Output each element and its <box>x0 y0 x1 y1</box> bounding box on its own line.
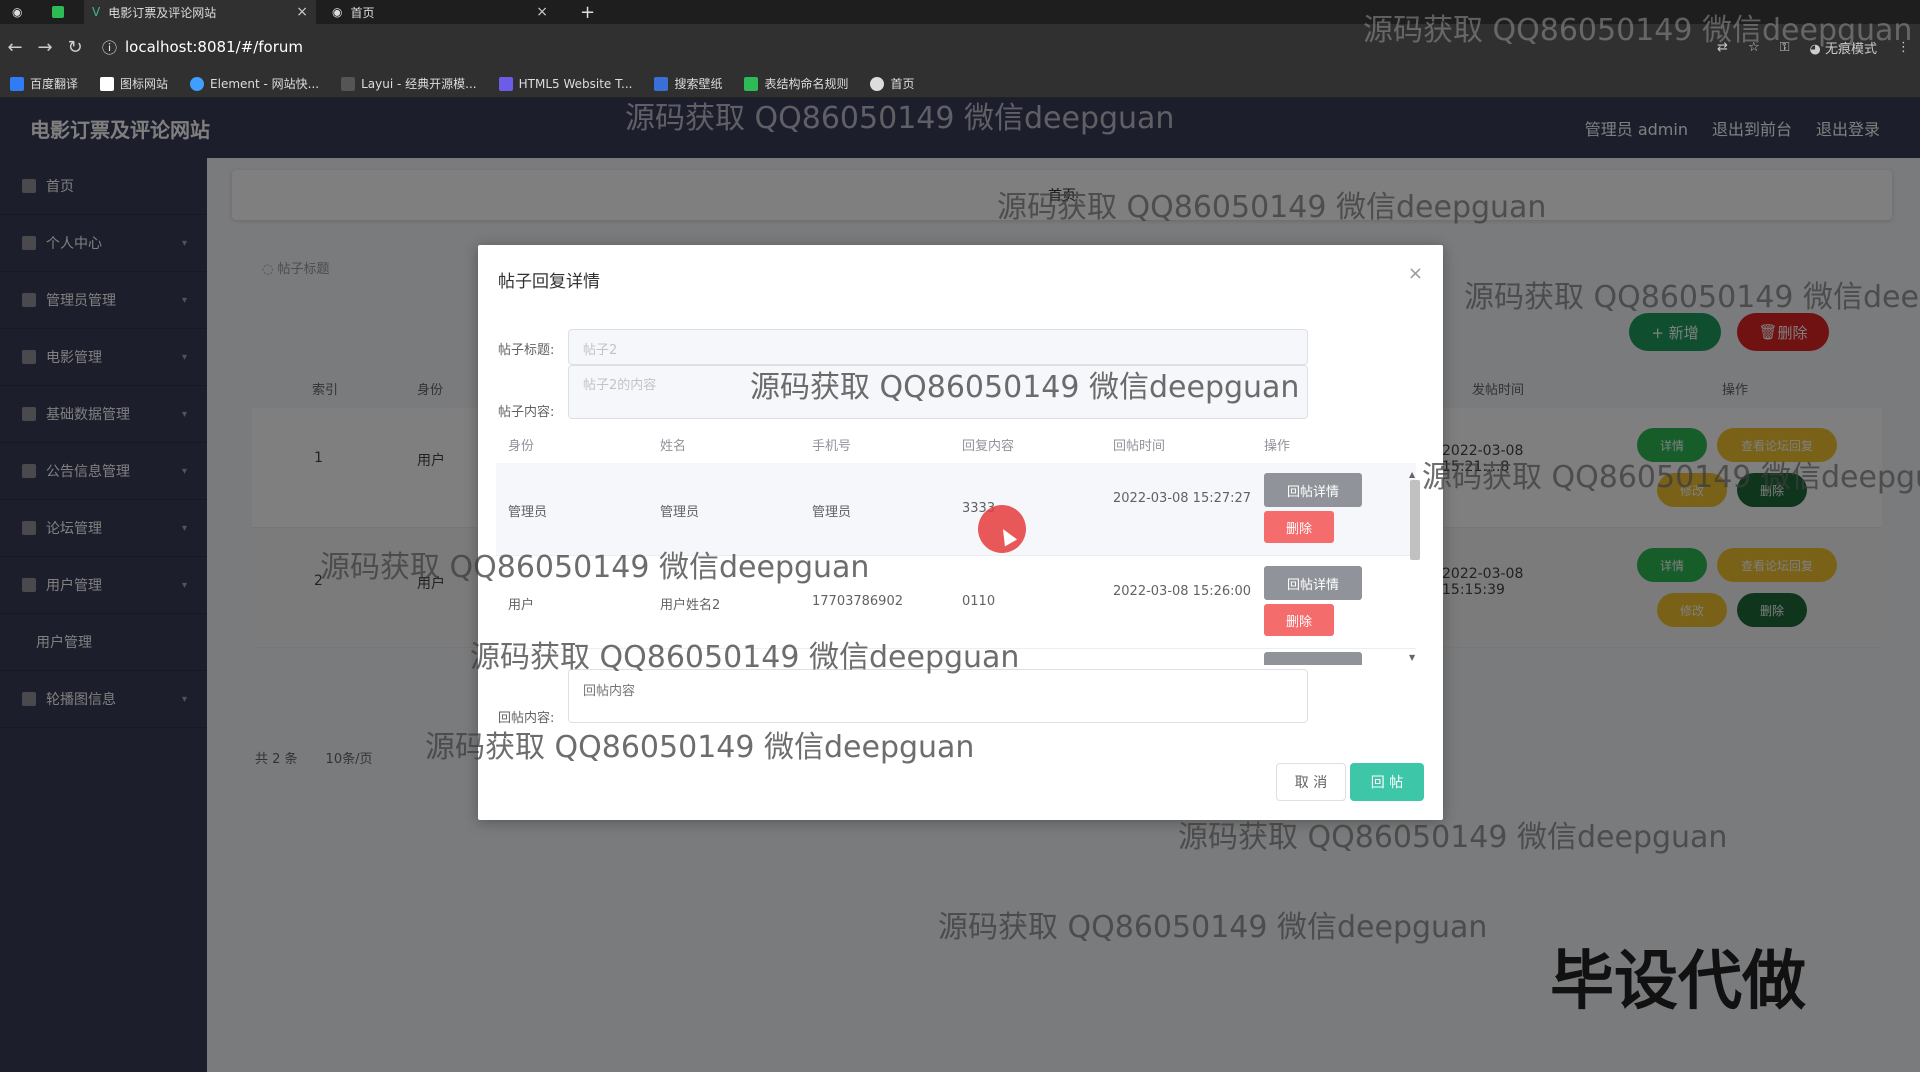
bookmark-item[interactable]: 百度翻译 <box>10 75 78 92</box>
close-tab-icon[interactable]: × <box>296 4 308 20</box>
reply-detail-button[interactable]: 回帖详情 <box>1264 566 1362 600</box>
watermark: 源码获取 QQ86050149 微信deepguan <box>625 101 1175 136</box>
watermark: 源码获取 QQ86050149 微信deepguan <box>1464 280 1920 315</box>
watermark: 源码获取 QQ86050149 微信deepguan <box>938 910 1488 945</box>
watermark: 源码获取 QQ86050149 微信deepguan <box>1363 13 1913 48</box>
vue-icon: V <box>92 5 101 19</box>
cell-identity: 用户 <box>508 598 535 613</box>
bookmark-item[interactable]: 搜索壁纸 <box>654 75 722 92</box>
col-reply-content: 回复内容 <box>962 438 1015 454</box>
watermark: 源码获取 QQ86050149 微信deepguan <box>1178 820 1728 855</box>
close-tab-icon[interactable]: × <box>536 4 548 20</box>
new-tab-icon[interactable]: + <box>572 0 596 24</box>
element-bookmark-icon <box>190 76 205 91</box>
tab-title: 首页 <box>350 5 375 20</box>
globe-icon: ◉ <box>332 5 343 19</box>
bookmark-item[interactable]: Element - 网站快... <box>190 75 319 92</box>
tab-movie-site[interactable]: V 电影订票及评论网站 × <box>84 0 316 24</box>
scroll-up-icon[interactable]: ▲ <box>1409 470 1415 479</box>
watermark: 源码获取 QQ86050149 微信deepguan <box>425 730 975 765</box>
translate-bookmark-icon <box>10 76 24 91</box>
dialog-title: 帖子回复详情 <box>498 272 600 292</box>
cell-reply-content: 0110 <box>962 594 996 609</box>
cell-name: 用户姓名2 <box>660 598 721 613</box>
cell-identity: 管理员 <box>508 505 548 520</box>
submit-reply-button[interactable]: 回 帖 <box>1350 763 1424 801</box>
cancel-button[interactable]: 取 消 <box>1276 763 1346 801</box>
scroll-thumb[interactable] <box>1410 480 1420 560</box>
tab-title: 电影订票及评论网站 <box>108 5 217 20</box>
globe-bookmark-icon <box>870 76 885 91</box>
watermark: 源码获取 QQ86050149 微信deepguan <box>320 550 870 585</box>
bookmark-item[interactable]: 图标网站 <box>100 75 168 92</box>
col-identity: 身份 <box>508 438 535 454</box>
bookmark-item[interactable]: 表结构命名规则 <box>744 75 848 92</box>
watermark: 源码获取 QQ86050149 微信deepguan <box>750 370 1300 405</box>
reply-detail-button[interactable]: 回帖详情 <box>1264 473 1362 507</box>
reply-content-textarea[interactable] <box>568 669 1308 723</box>
cell-phone: 17703786902 <box>812 594 903 609</box>
watermark: 源码获取 QQ86050149 微信deepguan <box>470 640 1020 675</box>
html5-bookmark-icon <box>498 76 513 91</box>
col-reply-time: 回帖时间 <box>1113 438 1166 454</box>
cell-reply-time: 2022-03-08 15:26:00 <box>1113 584 1252 599</box>
post-title-label: 帖子标题: <box>498 343 555 358</box>
scroll-down-icon[interactable]: ▼ <box>1409 653 1415 662</box>
cell-name: 管理员 <box>660 505 700 520</box>
watermark: 源码获取 QQ86050149 微信deepguan <box>1422 460 1920 495</box>
wallpaper-bookmark-icon <box>654 76 669 91</box>
reply-delete-button[interactable]: 删除 <box>1264 604 1334 636</box>
app-favicon-icon <box>44 0 72 24</box>
url-text: localhost:8081/#/forum <box>125 38 303 56</box>
reply-delete-button[interactable]: 删除 <box>1264 511 1334 543</box>
back-icon[interactable]: ← <box>0 37 30 58</box>
info-icon: ⓘ <box>102 38 118 57</box>
bookmark-item[interactable]: HTML5 Website T... <box>498 76 632 91</box>
layui-bookmark-icon <box>341 76 356 91</box>
table-scrollbar[interactable]: ▲ ▼ <box>1408 470 1420 665</box>
cell-phone: 管理员 <box>812 505 852 520</box>
browser-menu-icon[interactable]: ◉ <box>4 0 44 24</box>
table-bookmark-icon <box>744 76 759 91</box>
url-field[interactable]: ⓘ localhost:8081/#/forum <box>102 37 303 58</box>
col-phone: 手机号 <box>812 438 852 454</box>
post-title-input[interactable]: 帖子2 <box>568 329 1308 365</box>
reload-icon[interactable]: ↻ <box>60 37 90 58</box>
tab-home[interactable]: ◉ 首页 × <box>324 0 556 24</box>
forward-icon[interactable]: → <box>30 37 60 58</box>
next-row-button-partial[interactable] <box>1264 652 1362 665</box>
bookmark-item[interactable]: 首页 <box>870 75 915 92</box>
watermark: 源码获取 QQ86050149 微信deepguan <box>997 190 1547 225</box>
col-name: 姓名 <box>660 438 687 454</box>
promo-watermark: 毕设代做 <box>1550 945 1806 1019</box>
reply-table-header: 身份 姓名 手机号 回复内容 回帖时间 操作 <box>496 425 1416 463</box>
close-icon[interactable]: × <box>1408 263 1423 284</box>
post-content-label: 帖子内容: <box>498 405 555 420</box>
cell-reply-time: 2022-03-08 15:27:27 <box>1113 491 1252 506</box>
col-actions: 操作 <box>1264 438 1291 454</box>
flag-bookmark-icon <box>100 76 115 91</box>
bookmark-item[interactable]: Layui - 经典开源模... <box>341 75 477 92</box>
